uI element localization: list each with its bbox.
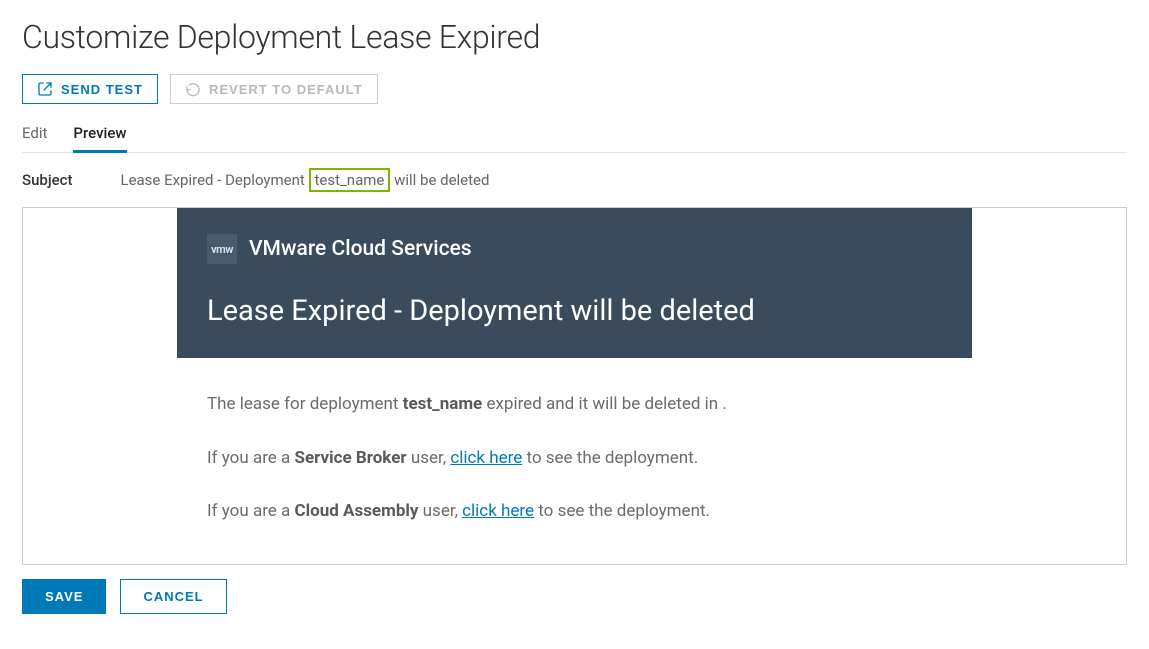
email-header: vmw VMware Cloud Services Lease Expired … [177,208,972,358]
tab-edit[interactable]: Edit [22,118,47,153]
brand-name: VMware Cloud Services [249,237,472,261]
revert-label: Revert to Default [209,82,363,97]
page-title: Customize Deployment Lease Expired [22,18,1127,56]
link-service-broker[interactable]: click here [450,448,522,468]
revert-button: Revert to Default [170,74,378,104]
cancel-button[interactable]: Cancel [120,579,226,614]
send-test-button[interactable]: Send Test [22,74,158,104]
role-service-broker: Service Broker [295,448,407,468]
role-cloud-assembly: Cloud Assembly [295,501,419,521]
email-line-2: If you are a Service Broker user, click … [207,446,942,472]
email: vmw VMware Cloud Services Lease Expired … [177,208,972,565]
subject-token: test_name [309,168,391,192]
revert-icon [185,81,201,97]
email-line-1: The lease for deployment test_name expir… [207,392,942,418]
tabs: Edit Preview [22,118,1127,153]
brand-logo: vmw [207,234,237,264]
email-preview-pane[interactable]: vmw VMware Cloud Services Lease Expired … [22,207,1127,565]
email-line-3: If you are a Cloud Assembly user, click … [207,499,942,525]
subject-suffix: will be deleted [390,171,489,189]
email-token: test_name [403,394,483,414]
brand-row: vmw VMware Cloud Services [207,234,942,264]
subject-label: Subject [22,171,72,189]
footer-actions: Save Cancel [22,579,1127,614]
toolbar: Send Test Revert to Default [22,74,1127,104]
subject-value: Lease Expired - Deployment test_name wil… [120,171,489,189]
send-test-label: Send Test [61,82,143,97]
email-body: The lease for deployment test_name expir… [177,358,972,565]
tab-preview[interactable]: Preview [73,118,126,153]
subject-prefix: Lease Expired - Deployment [120,171,308,189]
send-test-icon [37,81,53,97]
email-title: Lease Expired - Deployment will be delet… [207,294,942,328]
link-cloud-assembly[interactable]: click here [462,501,534,521]
subject-row: Subject Lease Expired - Deployment test_… [22,171,1127,189]
save-button[interactable]: Save [22,579,106,614]
